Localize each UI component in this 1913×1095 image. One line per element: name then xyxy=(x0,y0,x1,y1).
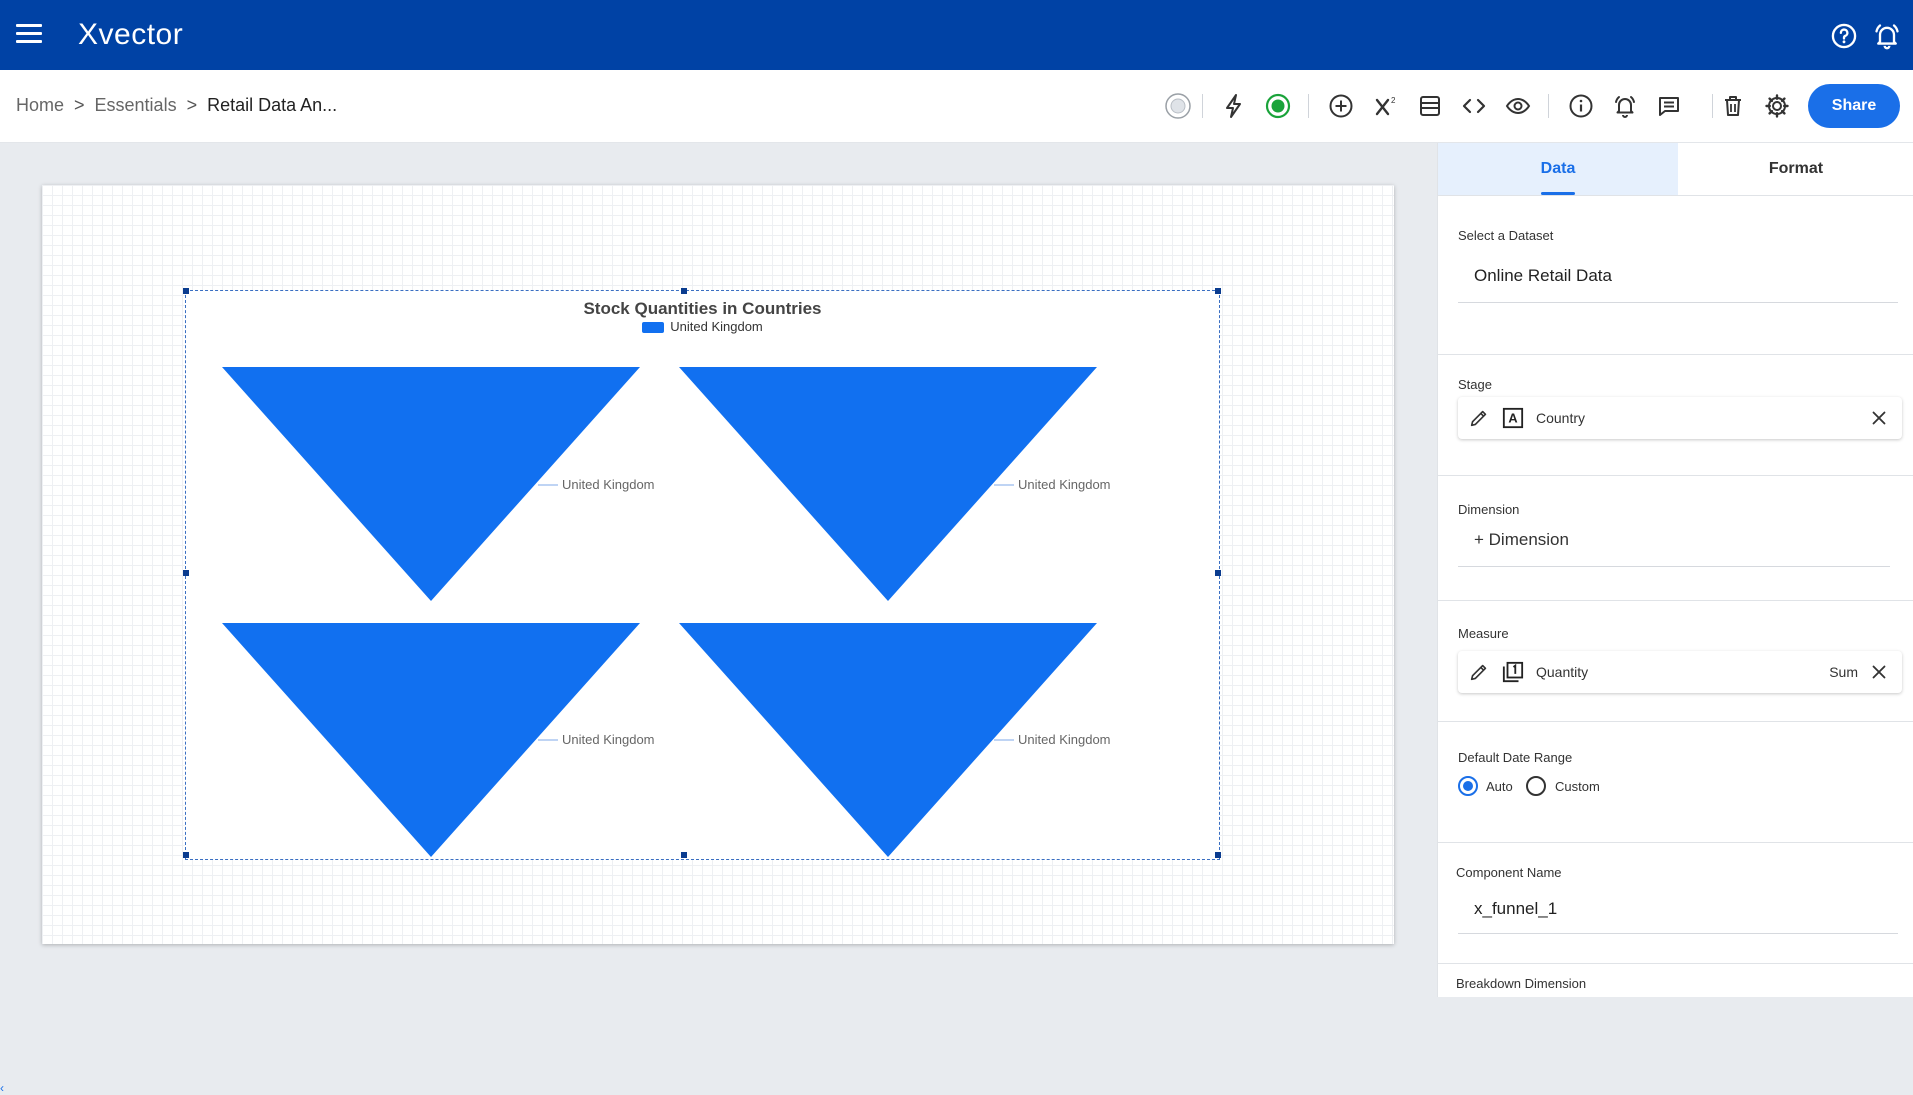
remove-measure-close-icon[interactable] xyxy=(1868,661,1890,683)
component-name-label: Component Name xyxy=(1456,865,1562,880)
bolt-icon[interactable] xyxy=(1220,92,1248,120)
comment-icon[interactable] xyxy=(1655,92,1683,120)
funnel-chart-svg: United Kingdom United Kingdom United Kin… xyxy=(222,367,1111,857)
grid-canvas[interactable]: Stock Quantities in Countries United Kin… xyxy=(42,185,1394,944)
funnel-4-label: United Kingdom xyxy=(1018,732,1111,747)
breadcrumb: Home > Essentials > Retail Data An... xyxy=(16,95,337,116)
add-dimension-button[interactable]: + Dimension xyxy=(1474,530,1569,550)
dimension-underline xyxy=(1458,566,1890,567)
info-icon[interactable] xyxy=(1567,92,1595,120)
panel-tabs: Data Format xyxy=(1438,143,1913,196)
measure-section: Measure Quantity Sum xyxy=(1438,601,1913,722)
editor-canvas-area: Stock Quantities in Countries United Kin… xyxy=(0,143,1437,1095)
stage-field-name: Country xyxy=(1536,410,1586,426)
date-range-auto-radio[interactable] xyxy=(1458,776,1478,796)
breadcrumb-home[interactable]: Home xyxy=(16,95,64,115)
settings-gear-icon[interactable] xyxy=(1763,92,1791,120)
breakdown-label: Breakdown Dimension xyxy=(1456,976,1587,991)
funnel-1[interactable]: United Kingdom xyxy=(222,367,655,601)
notifications-bell-icon[interactable] xyxy=(1873,22,1901,50)
funnel-4[interactable]: United Kingdom xyxy=(679,623,1111,857)
breadcrumb-separator: > xyxy=(186,95,198,115)
share-button[interactable]: Share xyxy=(1808,84,1900,128)
measure-field-name: Quantity xyxy=(1536,664,1589,680)
remove-stage-close-icon[interactable] xyxy=(1868,407,1890,429)
numeric-type-icon xyxy=(1502,661,1524,683)
status-dot-icon[interactable] xyxy=(1164,92,1192,120)
funnel-3[interactable]: United Kingdom xyxy=(222,623,655,857)
date-range-auto-label: Auto xyxy=(1486,779,1513,794)
dimension-section: Dimension + Dimension xyxy=(1438,476,1913,601)
svg-text:2: 2 xyxy=(1391,96,1396,105)
date-range-custom-radio[interactable] xyxy=(1526,776,1546,796)
alert-bell-icon[interactable] xyxy=(1611,92,1639,120)
svg-text:A: A xyxy=(1508,411,1517,426)
date-range-custom-label: Custom xyxy=(1555,779,1600,794)
dataset-section: Select a Dataset Online Retail Data xyxy=(1438,196,1913,355)
stage-field-chip[interactable]: A Country xyxy=(1458,397,1902,439)
funnel-2-label: United Kingdom xyxy=(1018,477,1111,492)
trash-icon[interactable] xyxy=(1719,92,1747,120)
funnel-2[interactable]: United Kingdom xyxy=(679,367,1111,601)
edit-pencil-icon[interactable] xyxy=(1468,407,1490,429)
edit-pencil-icon[interactable] xyxy=(1468,661,1490,683)
formula-icon[interactable]: 2 xyxy=(1372,92,1400,120)
stage-section: Stage A Country xyxy=(1438,355,1913,476)
measure-field-chip[interactable]: Quantity Sum xyxy=(1458,651,1902,693)
toolbar-divider xyxy=(1308,94,1309,118)
top-navigation-bar: Xvector xyxy=(0,0,1913,70)
code-icon[interactable] xyxy=(1460,92,1488,120)
breadcrumb-separator: > xyxy=(74,95,85,115)
dataset-select[interactable]: Online Retail Data xyxy=(1474,266,1612,286)
stage-label: Stage xyxy=(1458,377,1492,392)
date-range-section: Default Date Range Auto Custom xyxy=(1438,722,1913,843)
preview-eye-icon[interactable] xyxy=(1504,92,1532,120)
breadcrumb-essentials[interactable]: Essentials xyxy=(95,95,177,115)
dataset-label: Select a Dataset xyxy=(1458,228,1554,243)
dimension-label: Dimension xyxy=(1458,502,1520,517)
dataset-underline xyxy=(1458,302,1898,303)
breadcrumb-current: Retail Data An... xyxy=(207,95,338,115)
tab-data[interactable]: Data xyxy=(1438,143,1678,195)
date-range-label: Default Date Range xyxy=(1458,750,1573,765)
funnel-chart-component[interactable]: Stock Quantities in Countries United Kin… xyxy=(183,288,1221,860)
measure-aggregation[interactable]: Sum xyxy=(1829,664,1858,680)
editor-toolbar: Home > Essentials > Retail Data An... 2 Shar xyxy=(0,70,1913,143)
funnel-3-label: United Kingdom xyxy=(562,732,655,747)
properties-panel: Data Format Select a Dataset Online Reta… xyxy=(1437,143,1913,997)
toolbar-divider xyxy=(1712,94,1713,118)
menu-icon[interactable] xyxy=(16,24,42,46)
component-name-section: Component Name x_funnel_1 xyxy=(1438,843,1913,964)
sidebar-expand-icon[interactable]: ‹ xyxy=(0,1081,4,1095)
toolbar-divider xyxy=(1202,94,1203,118)
component-name-underline xyxy=(1458,933,1898,934)
funnel-1-label: United Kingdom xyxy=(562,477,655,492)
text-type-icon: A xyxy=(1502,407,1524,429)
toolbar-divider xyxy=(1548,94,1549,118)
live-status-icon[interactable] xyxy=(1264,92,1292,120)
breakdown-section: Breakdown Dimension xyxy=(1438,964,1913,997)
panel-icon[interactable] xyxy=(1416,92,1444,120)
tab-format[interactable]: Format xyxy=(1678,143,1913,195)
measure-label: Measure xyxy=(1458,626,1509,641)
help-icon[interactable] xyxy=(1830,22,1858,50)
app-logo[interactable]: Xvector xyxy=(78,18,183,52)
component-name-input[interactable]: x_funnel_1 xyxy=(1474,899,1557,919)
add-circle-icon[interactable] xyxy=(1327,92,1355,120)
